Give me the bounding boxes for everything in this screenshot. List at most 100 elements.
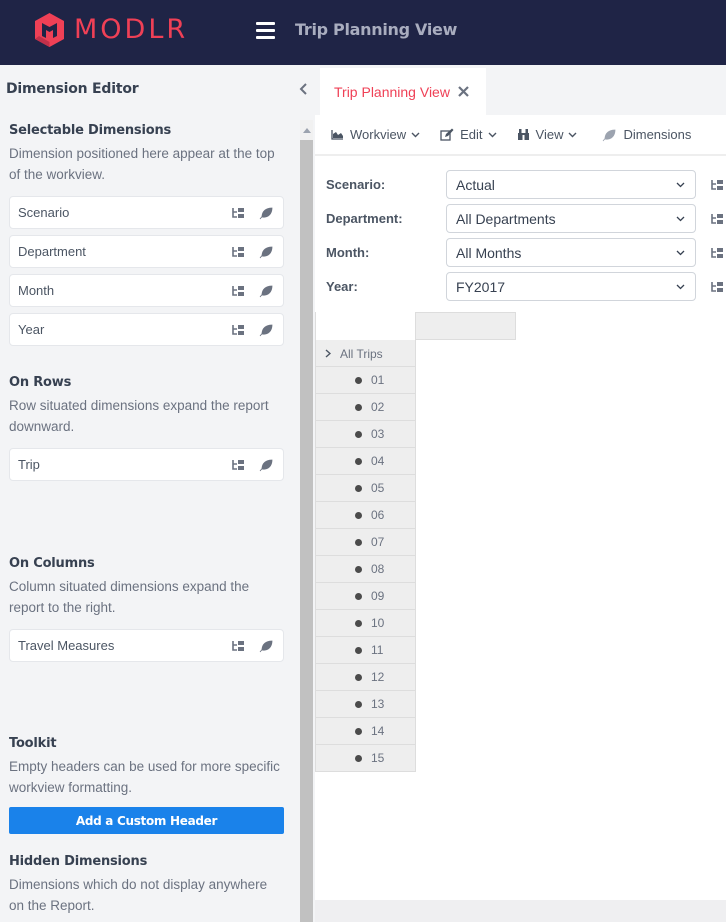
row-header-trip[interactable]: 10 [315, 610, 416, 637]
bullet-icon [355, 674, 362, 681]
dimension-card-department[interactable]: Department [9, 235, 284, 268]
row-header-trip[interactable]: 01 [315, 367, 416, 394]
department-select[interactable]: All Departments [446, 204, 696, 233]
bullet-icon [355, 728, 362, 735]
row-header-label: 06 [371, 508, 385, 522]
tab-label[interactable]: Trip Planning View [334, 84, 450, 100]
row-header-trip[interactable]: 09 [315, 583, 416, 610]
row-header-trip[interactable]: 14 [315, 718, 416, 745]
dimension-card-travel-measures[interactable]: Travel Measures [9, 629, 284, 662]
scroll-up-arrow-icon[interactable] [303, 128, 311, 133]
toolbar-label: Workview [350, 127, 407, 142]
edit-menu[interactable]: Edit [430, 114, 506, 155]
hierarchy-icon[interactable] [231, 323, 245, 337]
section-title: On Columns [9, 556, 95, 571]
toolkit-section: Toolkit Empty headers can be used for mo… [9, 736, 284, 834]
row-headers: All Trips 01 02 03 04 05 06 07 08 09 10 11 12 13 14 15 [315, 340, 416, 772]
area-chart-icon [331, 130, 343, 140]
sidebar-title: Dimension Editor [6, 81, 139, 97]
filter-label: Department: [326, 211, 403, 226]
bullet-icon [355, 377, 362, 384]
dimension-card-trip[interactable]: Trip [9, 448, 284, 481]
section-description: Dimension positioned here appear at the … [9, 146, 275, 182]
toolbar-label: Edit [460, 127, 483, 142]
page-title: Trip Planning View [295, 20, 458, 39]
leaf-icon[interactable] [259, 245, 273, 259]
dimensions-button[interactable]: Dimensions [587, 114, 701, 155]
row-header-label: 11 [371, 643, 384, 657]
scenario-select[interactable]: Actual [446, 170, 696, 199]
hierarchy-icon[interactable] [710, 246, 724, 260]
hierarchy-icon[interactable] [231, 284, 245, 298]
dimension-card-month[interactable]: Month [9, 274, 284, 307]
workview-panel: Workview Edit View Dimensions Scenario: … [315, 115, 726, 900]
row-header-all-trips[interactable]: All Trips [315, 340, 416, 367]
chevron-down-icon [676, 250, 685, 256]
bullet-icon [355, 404, 362, 411]
on-rows-section: On Rows Row situated dimensions expand t… [9, 375, 284, 481]
add-custom-header-button[interactable]: Add a Custom Header [9, 807, 284, 834]
hierarchy-icon[interactable] [710, 280, 724, 294]
row-header-label: 13 [371, 697, 385, 711]
bullet-icon [355, 566, 362, 573]
leaf-icon[interactable] [259, 323, 273, 337]
hierarchy-icon[interactable] [231, 639, 245, 653]
row-header-trip[interactable]: 02 [315, 394, 416, 421]
leaf-icon [603, 129, 616, 141]
row-header-trip[interactable]: 04 [315, 448, 416, 475]
hierarchy-icon[interactable] [231, 206, 245, 220]
row-header-trip[interactable]: 15 [315, 745, 416, 772]
scrollbar-thumb[interactable] [300, 140, 313, 922]
column-header-cell[interactable] [415, 312, 516, 340]
row-header-label: 15 [371, 751, 385, 765]
leaf-icon[interactable] [259, 639, 273, 653]
leaf-icon[interactable] [259, 206, 273, 220]
workview-menu[interactable]: Workview [315, 114, 430, 155]
section-title: Hidden Dimensions [9, 854, 148, 869]
section-description: Row situated dimensions expand the repor… [9, 398, 269, 434]
section-description: Dimensions which do not display anywhere… [9, 877, 268, 913]
year-select[interactable]: FY2017 [446, 272, 696, 301]
top-navbar: MODLR Trip Planning View [0, 0, 726, 65]
close-icon[interactable] [457, 85, 470, 98]
bullet-icon [355, 593, 362, 600]
dimension-label: Scenario [18, 205, 70, 220]
row-header-trip[interactable]: 03 [315, 421, 416, 448]
dimension-card-scenario[interactable]: Scenario [9, 196, 284, 229]
bullet-icon [355, 539, 362, 546]
hierarchy-icon[interactable] [231, 458, 245, 472]
leaf-icon[interactable] [259, 284, 273, 298]
binoculars-icon [517, 129, 529, 140]
hierarchy-icon[interactable] [710, 212, 724, 226]
row-header-trip[interactable]: 05 [315, 475, 416, 502]
chevron-left-icon[interactable] [297, 82, 311, 96]
row-header-trip[interactable]: 08 [315, 556, 416, 583]
filter-label: Scenario: [326, 177, 386, 192]
row-header-label: 09 [371, 589, 385, 603]
leaf-icon[interactable] [259, 458, 273, 472]
row-header-trip[interactable]: 13 [315, 691, 416, 718]
row-header-trip[interactable]: 06 [315, 502, 416, 529]
row-header-trip[interactable]: 07 [315, 529, 416, 556]
chevron-right-icon[interactable] [325, 349, 331, 358]
bullet-icon [355, 458, 362, 465]
row-header-label: 10 [371, 616, 385, 630]
chevron-down-icon [676, 284, 685, 290]
row-header-label: 08 [371, 562, 385, 576]
hidden-dimensions-section: Hidden Dimensions Dimensions which do no… [9, 854, 284, 916]
hierarchy-icon[interactable] [710, 178, 724, 192]
tab-trip-planning-view[interactable]: Trip Planning View [320, 68, 486, 115]
view-menu[interactable]: View [507, 114, 588, 155]
bullet-icon [355, 620, 362, 627]
row-header-trip[interactable]: 12 [315, 664, 416, 691]
sidebar-scrollbar[interactable] [300, 120, 313, 922]
row-header-label: 07 [371, 535, 385, 549]
menu-toggle-button[interactable] [256, 22, 275, 40]
dimension-card-year[interactable]: Year [9, 313, 284, 346]
hierarchy-icon[interactable] [231, 245, 245, 259]
modlr-logo[interactable]: MODLR [33, 12, 188, 48]
hamburger-icon-bar [256, 29, 275, 32]
row-header-trip[interactable]: 11 [315, 637, 416, 664]
month-select[interactable]: All Months [446, 238, 696, 267]
select-value: FY2017 [456, 279, 506, 295]
